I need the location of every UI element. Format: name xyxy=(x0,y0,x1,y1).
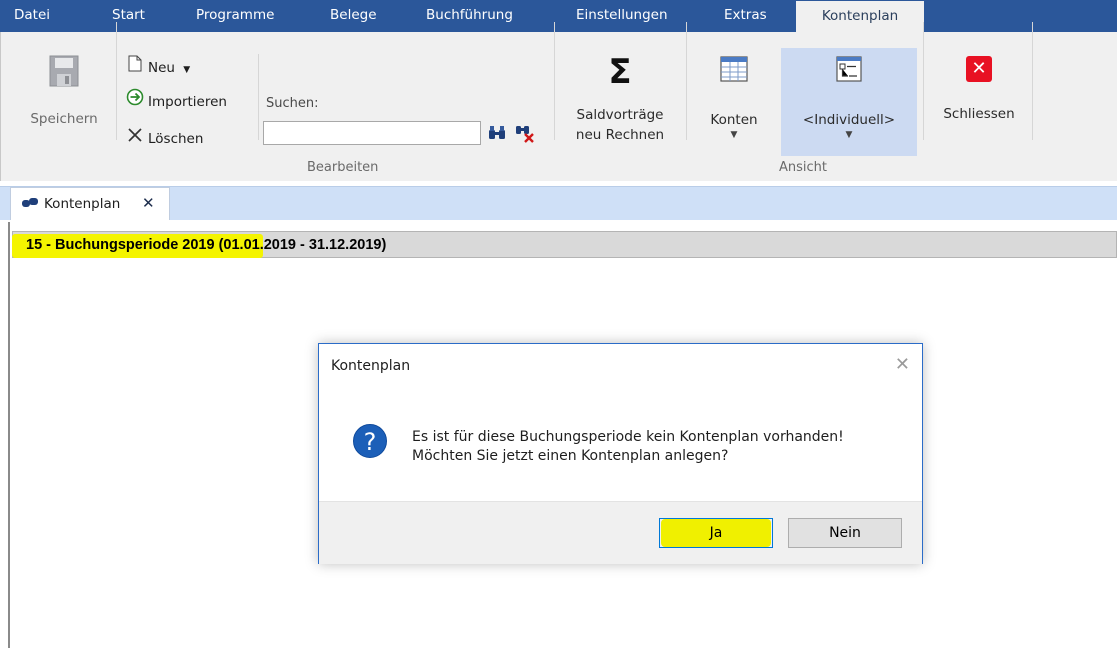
close-label: Schliessen xyxy=(943,106,1015,122)
sigma-icon: Σ xyxy=(608,52,632,92)
save-icon xyxy=(44,54,84,92)
menu-kontenplan[interactable]: Kontenplan xyxy=(796,0,924,33)
close-view-button[interactable]: ✕ Schliessen xyxy=(934,56,1024,124)
save-label: Speichern xyxy=(30,111,98,127)
document-tab-strip: Kontenplan ✕ xyxy=(0,186,1117,221)
import-button[interactable]: Importieren xyxy=(126,88,227,110)
dialog-message-line-1: Es ist für diese Buchungsperiode kein Ko… xyxy=(412,429,844,445)
menu-start[interactable]: Start xyxy=(112,0,162,32)
tree-view-icon xyxy=(781,54,917,88)
accounts-label: Konten xyxy=(710,112,758,128)
menu-datei[interactable]: Datei xyxy=(14,0,68,32)
accounts-view-button[interactable]: Konten ▼ xyxy=(702,54,766,140)
import-icon xyxy=(126,88,144,113)
menu-einstellungen[interactable]: Einstellungen xyxy=(576,0,686,32)
dialog-message-line-2: Möchten Sie jetzt einen Kontenplan anleg… xyxy=(412,448,729,464)
menu-bar: Datei Start Programme Belege Buchführung… xyxy=(0,0,1117,33)
new-document-icon xyxy=(126,55,144,79)
new-label: Neu xyxy=(148,60,175,76)
view-group-label: Ansicht xyxy=(779,160,828,175)
tab-label: Kontenplan xyxy=(44,196,121,212)
menu-belege[interactable]: Belege xyxy=(330,0,390,32)
search-input[interactable] xyxy=(263,121,481,145)
yes-button[interactable]: Ja xyxy=(659,518,773,548)
dialog-close-icon[interactable]: ✕ xyxy=(895,354,910,375)
search-label: Suchen: xyxy=(266,96,319,111)
custom-label: <Individuell> xyxy=(802,112,896,128)
save-button[interactable]: Speichern xyxy=(16,109,112,129)
clear-search-icon[interactable] xyxy=(514,121,536,147)
chain-icon xyxy=(21,197,39,213)
find-binoculars-icon[interactable] xyxy=(487,124,507,146)
no-button[interactable]: Nein xyxy=(788,518,902,548)
balance-label-1: Saldvorträge xyxy=(576,107,664,123)
custom-dropdown-icon: ▼ xyxy=(845,130,853,140)
period-title: 15 - Buchungsperiode 2019 xyxy=(26,237,215,253)
recalculate-balance-button[interactable]: Σ Saldvorträge neu Rechnen xyxy=(558,52,682,145)
confirm-dialog: Kontenplan ✕ ? Es ist für diese Buchungs… xyxy=(318,343,923,564)
balance-label-2: neu Rechnen xyxy=(575,127,665,143)
tab-kontenplan[interactable]: Kontenplan ✕ xyxy=(10,187,170,221)
menu-programme[interactable]: Programme xyxy=(196,0,286,32)
close-red-icon: ✕ xyxy=(966,56,992,82)
custom-view-button[interactable]: <Individuell> ▼ xyxy=(781,54,917,140)
dropdown-arrow-icon: ▼ xyxy=(183,65,191,75)
dialog-message: Es ist für diese Buchungsperiode kein Ko… xyxy=(412,428,844,466)
new-button[interactable]: Neu ▼ xyxy=(126,55,190,77)
period-range: (01.01.2019 - 31.12.2019) xyxy=(218,237,387,253)
delete-button[interactable]: Löschen xyxy=(126,127,203,149)
accounts-dropdown-icon: ▼ xyxy=(730,130,738,140)
edit-group-label: Bearbeiten xyxy=(307,160,379,175)
menu-buchfuehrung[interactable]: Buchführung xyxy=(426,0,536,32)
tab-close-icon[interactable]: ✕ xyxy=(142,194,155,212)
import-label: Importieren xyxy=(148,94,227,110)
question-icon: ? xyxy=(353,424,387,458)
left-border-line xyxy=(8,222,10,648)
delete-label: Löschen xyxy=(148,131,204,147)
period-header: 15 - Buchungsperiode 2019 (01.01.2019 - … xyxy=(12,232,386,258)
table-icon xyxy=(702,54,766,88)
delete-x-icon xyxy=(126,127,144,150)
menu-extras[interactable]: Extras xyxy=(724,0,774,32)
dialog-title: Kontenplan xyxy=(331,358,411,374)
